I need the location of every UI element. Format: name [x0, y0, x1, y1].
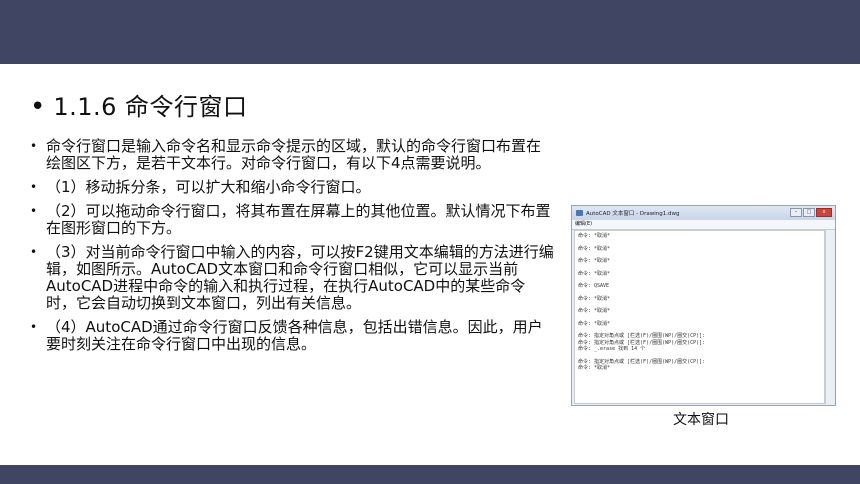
window-title: AutoCAD 文本窗口 - Drawing1.dwg [586, 211, 680, 217]
menu-edit[interactable]: 编辑(E) [575, 221, 592, 227]
history-line: 命令: _.erase 找到 14 个 [578, 346, 646, 352]
maximize-icon[interactable]: □ [803, 208, 815, 217]
figure-caption: 文本窗口 [673, 412, 729, 428]
history-line: 命令: *取消* [578, 320, 611, 327]
vertical-scrollbar[interactable] [825, 230, 833, 404]
list-item: • （3）对当前命令行窗口中输入的内容，可以按F2键用文本编辑的方法进行编辑，如… [30, 244, 555, 312]
list-item-text: （2）可以拖动命令行窗口，将其布置在屏幕上的其他位置。默认情况下布置在图形窗口的… [46, 202, 551, 237]
list-item-text: （1）移动拆分条，可以扩大和缩小命令行窗口。 [46, 178, 371, 196]
window-titlebar: AutoCAD 文本窗口 - Drawing1.dwg – □ x [572, 206, 835, 220]
close-icon[interactable]: x [816, 208, 832, 217]
list-item-text: （4）AutoCAD通过命令行窗口反馈各种信息，包括出错信息。因此，用户要时刻关… [46, 318, 543, 353]
list-item: • 命令行窗口是输入命令名和显示命令提示的区域，默认的命令行窗口布置在绘图区下方… [30, 138, 555, 172]
history-line: 命令: QSAVE [578, 283, 610, 289]
text-window-screenshot: AutoCAD 文本窗口 - Drawing1.dwg – □ x 编辑(E) … [571, 205, 836, 406]
list-item: • （4）AutoCAD通过命令行窗口反馈各种信息，包括出错信息。因此，用户要时… [30, 319, 555, 353]
bullet-list: • 命令行窗口是输入命令名和显示命令提示的区域，默认的命令行窗口布置在绘图区下方… [30, 138, 555, 360]
bullet-dot: • [30, 245, 38, 259]
history-line: 命令: *取消* [578, 233, 611, 239]
history-line: 命令: *取消* [578, 270, 611, 277]
history-line: 命令: *取消* [578, 295, 611, 302]
list-item-text: （3）对当前命令行窗口中输入的内容，可以按F2键用文本编辑的方法进行编辑，如图所… [46, 243, 554, 312]
bullet-dot: • [30, 204, 38, 218]
footer-band [0, 465, 860, 484]
history-line: 命令: *取消* [578, 308, 611, 314]
autocad-app-icon [576, 210, 583, 216]
minimize-icon[interactable]: – [790, 208, 802, 217]
window-menubar: 编辑(E) [572, 220, 835, 230]
section-heading: • 1.1.6 命令行窗口 [30, 92, 248, 122]
bullet-dot: • [30, 180, 38, 194]
list-item: • （2）可以拖动命令行窗口，将其布置在屏幕上的其他位置。默认情况下布置在图形窗… [30, 203, 555, 237]
command-history: 命令: *取消* 命令: *取消* 命令: *取消* 命令: *取消* 命令: … [574, 230, 825, 404]
window-controls: – □ x [790, 208, 832, 217]
heading-bullet: • [30, 92, 46, 122]
history-line: 命令: *取消* [578, 245, 611, 252]
list-item: • （1）移动拆分条，可以扩大和缩小命令行窗口。 [30, 179, 555, 196]
history-line: 命令: *取消* [578, 365, 611, 371]
bullet-dot: • [30, 320, 38, 334]
header-band [0, 0, 860, 64]
list-item-text: 命令行窗口是输入命令名和显示命令提示的区域，默认的命令行窗口布置在绘图区下方，是… [46, 137, 542, 172]
bullet-dot: • [30, 139, 38, 153]
page-title: 1.1.6 命令行窗口 [53, 93, 248, 121]
history-line: 命令: *取消* [578, 258, 611, 264]
